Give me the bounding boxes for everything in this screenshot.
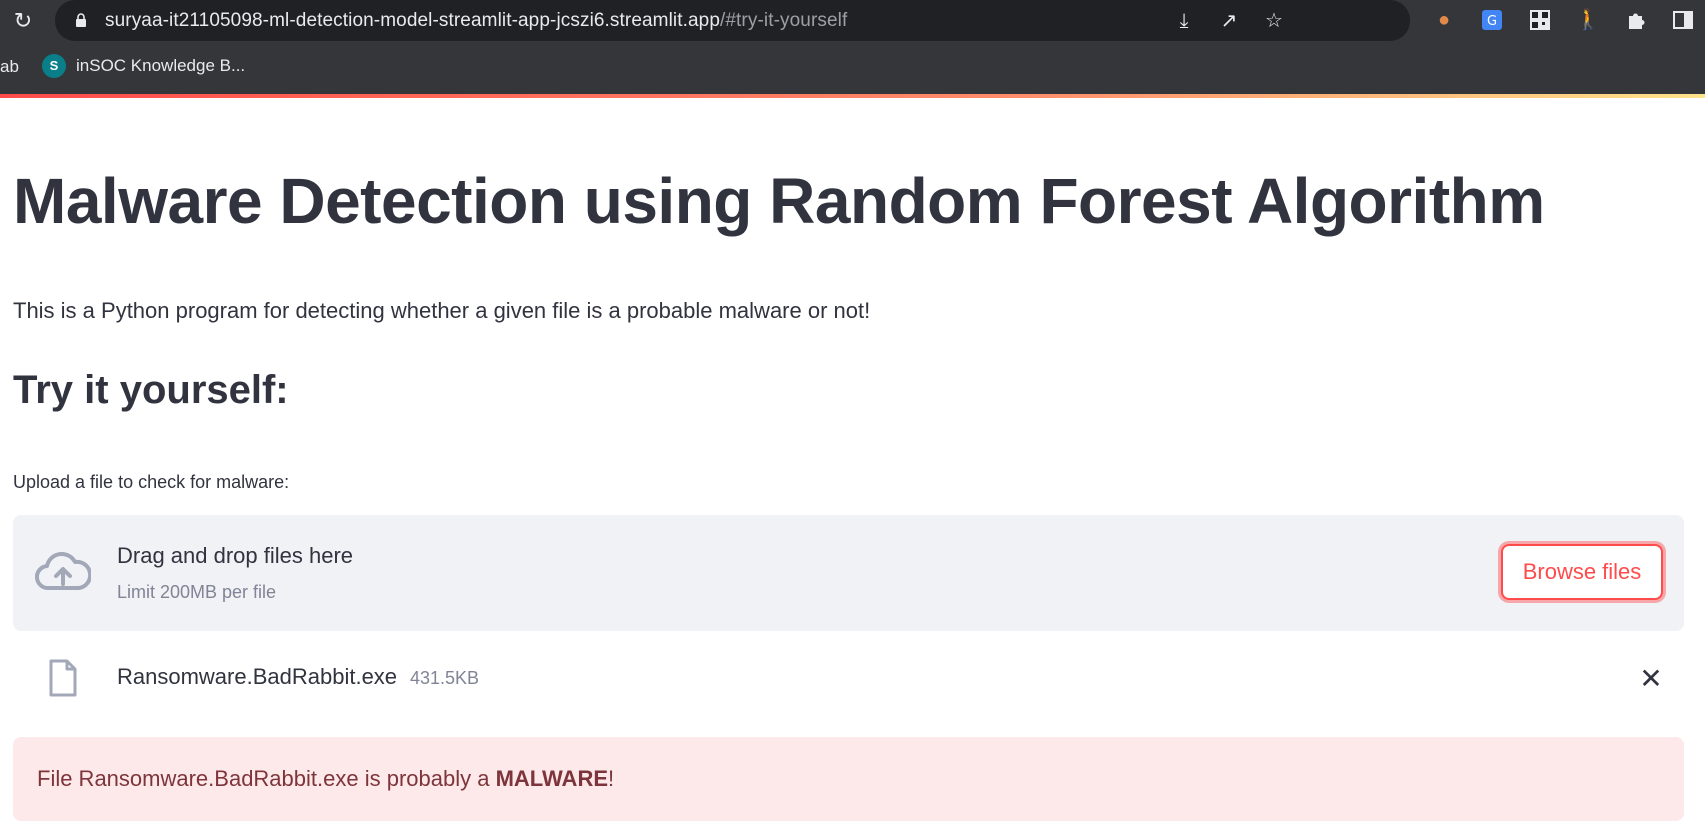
bookmarks-bar: ab SinSOC Knowledge B... — [0, 48, 1705, 88]
dropzone-limit: Limit 200MB per file — [117, 582, 277, 602]
result-alert: File Ransomware.BadRabbit.exe is probabl… — [13, 737, 1684, 821]
url-main: suryaa-it21105098-ml-detection-model-str… — [105, 10, 720, 31]
uploaded-file-row: Ransomware.BadRabbit.exe 431.5KB ✕ — [13, 649, 1684, 717]
star-icon[interactable]: ☆ — [1260, 7, 1288, 35]
page-title: Malware Detection using Random Forest Al… — [13, 165, 1545, 237]
svg-text:G: G — [1487, 14, 1497, 29]
side-panel-icon[interactable] — [1668, 5, 1698, 35]
uploader-label: Upload a file to check for malware: — [13, 472, 290, 492]
file-name: Ransomware.BadRabbit.exe — [117, 664, 398, 689]
translate-extension-icon[interactable]: G — [1477, 5, 1507, 35]
sharepoint-icon: S — [42, 54, 66, 78]
bookmark-truncated[interactable]: ab — [0, 57, 19, 77]
result-suffix: ! — [608, 766, 615, 791]
puzzle-icon[interactable] — [1621, 5, 1651, 35]
result-prefix: File Ransomware.BadRabbit.exe is probabl… — [37, 766, 496, 791]
browse-files-button[interactable]: Browse files — [1501, 544, 1663, 600]
dropzone-title: Drag and drop files here — [117, 543, 354, 568]
result-verdict: MALWARE — [495, 766, 609, 791]
browser-chrome: ↻ suryaa-it21105098-ml-detection-model-s… — [0, 0, 1705, 96]
page-description: This is a Python program for detecting w… — [13, 298, 871, 323]
file-dropzone[interactable]: Drag and drop files here Limit 200MB per… — [13, 515, 1684, 631]
qr-extension-icon[interactable] — [1525, 5, 1555, 35]
address-bar[interactable]: suryaa-it21105098-ml-detection-model-str… — [55, 0, 1410, 41]
section-heading: Try it yourself: — [13, 368, 289, 412]
share-icon[interactable]: ↗ — [1215, 7, 1243, 35]
install-icon[interactable]: ⤓ — [1170, 7, 1198, 35]
bookmark-insoc[interactable]: SinSOC Knowledge B... — [42, 54, 245, 78]
app-main: Malware Detection using Random Forest Al… — [0, 98, 1705, 832]
reload-icon[interactable]: ↻ — [8, 6, 38, 36]
bookmark-label: inSOC Knowledge B... — [76, 56, 246, 75]
file-icon — [49, 659, 77, 697]
lock-icon — [76, 13, 86, 27]
file-size: 431.5KB — [410, 668, 480, 688]
url-text: suryaa-it21105098-ml-detection-model-str… — [105, 10, 847, 32]
cookie-extension-icon[interactable]: ● — [1429, 5, 1459, 35]
url-hash: /#try-it-yourself — [720, 10, 848, 31]
cloud-upload-icon — [35, 551, 91, 591]
remove-file-button[interactable]: ✕ — [1633, 661, 1669, 697]
result-message: File Ransomware.BadRabbit.exe is probabl… — [37, 766, 614, 792]
person-extension-icon[interactable]: 🚶 — [1573, 5, 1603, 35]
